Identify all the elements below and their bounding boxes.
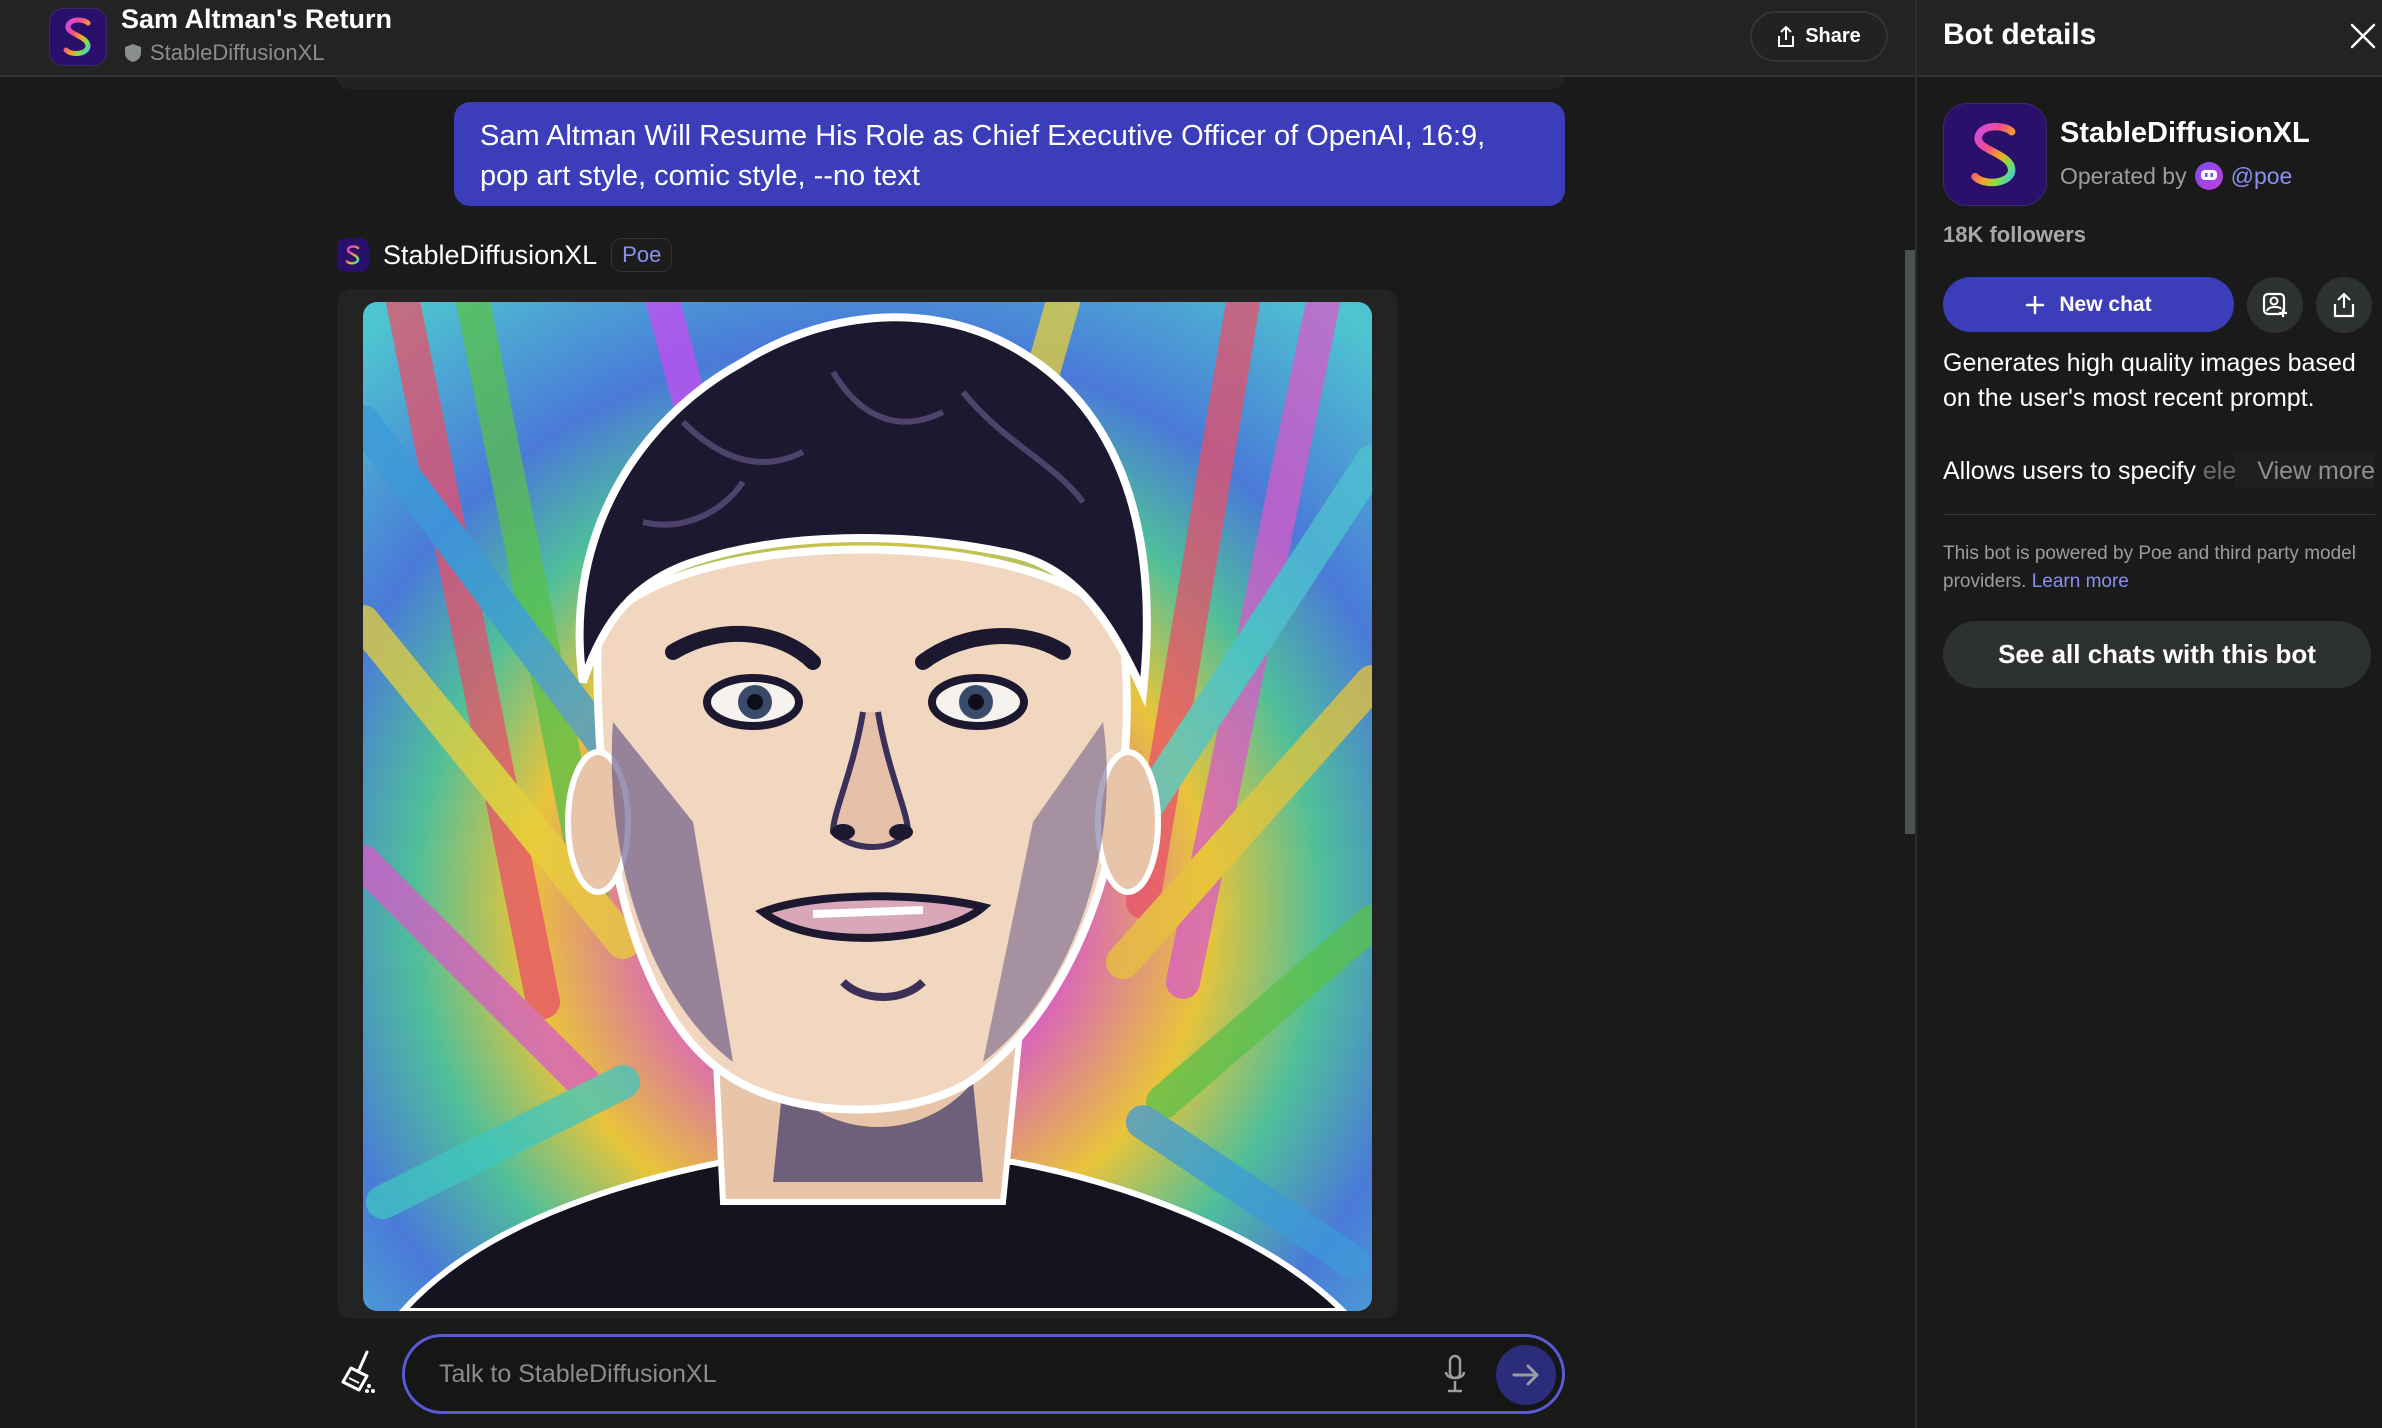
view-more-link[interactable]: View more <box>2235 453 2375 489</box>
bot-name: StableDiffusionXL <box>2060 117 2310 149</box>
share-button[interactable]: Share <box>1750 11 1888 62</box>
add-bot-to-profile-button[interactable] <box>2247 277 2303 333</box>
see-all-chats-button[interactable]: See all chats with this bot <box>1943 621 2371 688</box>
user-add-icon <box>2262 292 2287 317</box>
chat-input-container <box>402 1334 1565 1414</box>
chat-bot-name: StableDiffusionXL <box>150 40 325 65</box>
plus-icon <box>2026 295 2045 314</box>
bot-details-header: Bot details <box>1917 0 2382 77</box>
bot-details-title: Bot details <box>1943 18 2097 51</box>
share-icon <box>2333 292 2355 318</box>
broom-icon <box>341 1350 375 1393</box>
chat-input[interactable] <box>439 1337 1399 1411</box>
chat-bot-link[interactable]: StableDiffusionXL <box>124 40 325 66</box>
description-visible-text: Allows users to specify <box>1943 457 2203 485</box>
stable-diffusion-logo-icon <box>345 245 360 265</box>
description-faded-text: ele <box>2202 457 2237 485</box>
bot-message-header: StableDiffusionXL Poe <box>337 238 673 272</box>
powered-by-text: This bot is powered by Poe and third par… <box>1943 543 2356 592</box>
chat-scrollbar[interactable] <box>1905 250 1915 834</box>
divider <box>1943 514 2375 515</box>
new-chat-label: New chat <box>2059 292 2152 316</box>
microphone-icon <box>1444 1354 1466 1393</box>
operated-by-label: Operated by <box>2060 162 2187 189</box>
bot-avatar-small[interactable] <box>337 238 369 272</box>
chat-main: Sam Altman's Return StableDiffusionXL Sh… <box>0 0 1915 1428</box>
arrow-right-icon <box>1512 1364 1539 1386</box>
stable-diffusion-logo-icon <box>1971 122 2016 186</box>
share-label: Share <box>1805 25 1861 47</box>
chat-header: Sam Altman's Return StableDiffusionXL Sh… <box>0 0 1915 77</box>
share-bot-button[interactable] <box>2316 277 2372 333</box>
powered-by-notice: This bot is powered by Poe and third par… <box>1943 540 2375 596</box>
learn-more-link[interactable]: Learn more <box>2032 571 2129 592</box>
operator-info: Operated by @poe <box>2060 162 2292 190</box>
clear-context-button[interactable] <box>337 1350 377 1394</box>
bot-logo[interactable] <box>49 8 107 66</box>
operator-handle-link[interactable]: @poe <box>2231 163 2293 190</box>
voice-input-button[interactable] <box>1435 1351 1475 1397</box>
bot-description: Generates high quality images based on t… <box>1943 349 2356 412</box>
share-icon <box>1778 25 1795 47</box>
close-panel-button[interactable] <box>2347 20 2379 52</box>
followers-count: 18K followers <box>1943 222 2087 247</box>
bot-message-name[interactable]: StableDiffusionXL <box>383 240 597 271</box>
new-chat-button[interactable]: New chat <box>1943 277 2234 332</box>
bot-details-panel: Bot details StableDiffusionXL Operated b… <box>1915 0 2382 1428</box>
generated-portrait-image <box>363 302 1372 1311</box>
previous-message-tail <box>337 77 1565 89</box>
generated-image[interactable] <box>363 302 1372 1311</box>
user-message: Sam Altman Will Resume His Role as Chief… <box>454 102 1565 206</box>
poe-badge: Poe <box>611 238 673 272</box>
bot-avatar[interactable] <box>1943 103 2047 206</box>
poe-robot-icon <box>2194 162 2223 190</box>
send-button[interactable] <box>1496 1345 1556 1405</box>
shield-icon <box>125 44 141 62</box>
chat-title: Sam Altman's Return <box>121 4 392 34</box>
stable-diffusion-logo-icon <box>63 17 91 56</box>
close-icon <box>2350 23 2376 49</box>
